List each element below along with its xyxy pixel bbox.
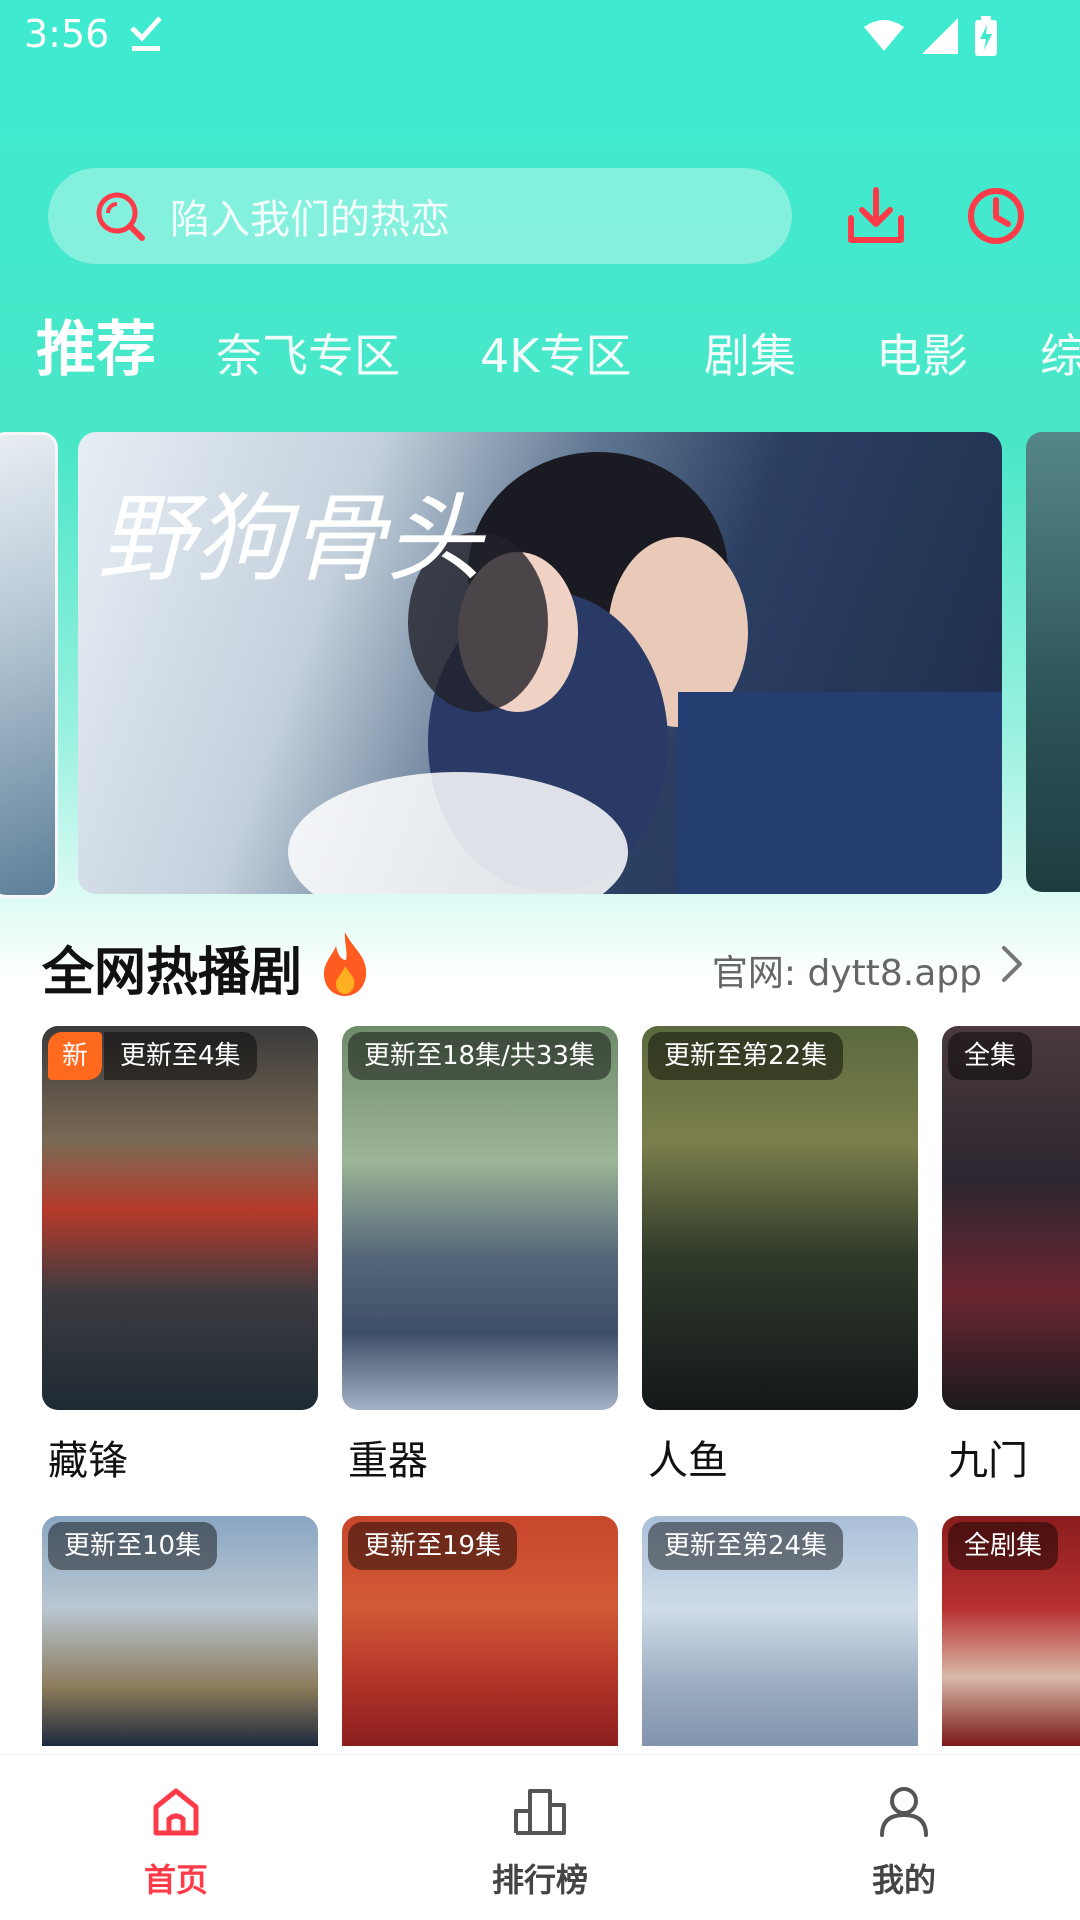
card-title: 重器 [348, 1438, 428, 1484]
tab-netflix[interactable]: 奈飞专区 [216, 306, 400, 406]
user-icon [880, 1787, 928, 1837]
download-done-icon [130, 16, 162, 51]
episode-badge: 更新至19集 [348, 1522, 518, 1570]
drama-card[interactable]: 全集 九门 [942, 1026, 1080, 1486]
drama-card[interactable]: 更新至19集 [342, 1516, 618, 1746]
poster-image: 更新至10集 [42, 1516, 318, 1746]
poster-image: 更新至19集 [342, 1516, 618, 1746]
nav-profile[interactable]: 我的 [804, 1755, 1004, 1920]
tab-movies[interactable]: 电影 [876, 306, 968, 406]
search-placeholder: 陷入我们的热恋 [170, 197, 450, 243]
ranking-chart-icon [514, 1789, 566, 1835]
tab-4k[interactable]: 4K专区 [480, 306, 631, 406]
poster-image: 更新至第24集 [642, 1516, 918, 1746]
episode-badge: 全剧集 [948, 1522, 1059, 1570]
banner-title-art: 野狗骨头 [98, 483, 486, 595]
home-icon [153, 1788, 199, 1836]
drama-card[interactable]: 更新至第24集 [642, 1516, 918, 1746]
section-title: 全网热播剧 [42, 943, 303, 1003]
banner-main-slide[interactable]: 野狗骨头 [78, 432, 1002, 894]
status-icons [862, 16, 998, 56]
app-screen: 3:56 陷入我们的热恋 推荐 奈飞专区 4K专区 剧集 电影 综 野狗骨头 全… [0, 0, 1080, 1920]
card-title: 人鱼 [648, 1438, 728, 1484]
search-icon [96, 192, 145, 241]
drama-card[interactable]: 更新至10集 [42, 1516, 318, 1746]
episode-badge: 更新至18集/共33集 [348, 1032, 611, 1080]
signal-icon [922, 18, 958, 54]
fire-icon [324, 932, 367, 996]
battery-charging-icon [975, 16, 997, 56]
history-clock-icon[interactable] [966, 186, 1026, 246]
poster-image: 更新至18集/共33集 [342, 1026, 618, 1410]
nav-profile-label: 我的 [871, 1861, 936, 1899]
banner-prev-slide[interactable] [0, 432, 58, 898]
episode-badge: 更新至4集 [104, 1032, 257, 1080]
banner-artwork: 野狗骨头 [98, 452, 1002, 894]
nav-ranking-label: 排行榜 [491, 1861, 588, 1899]
card-title: 九门 [948, 1438, 1028, 1484]
drama-card[interactable]: 新 更新至4集 藏锋 [42, 1026, 318, 1486]
episode-badge: 更新至10集 [48, 1522, 218, 1570]
chevron-right-icon[interactable] [1000, 944, 1024, 984]
search-input[interactable]: 陷入我们的热恋 [48, 168, 792, 264]
episode-badge: 更新至第24集 [648, 1522, 844, 1570]
bottom-nav: 首页 排行榜 我的 [0, 1754, 1080, 1920]
official-site-link[interactable]: 官网: dytt8.app [712, 944, 982, 996]
tab-recommend[interactable]: 推荐 [36, 300, 156, 400]
card-title: 藏锋 [48, 1438, 128, 1484]
poster-image: 更新至第22集 [642, 1026, 918, 1410]
download-icon[interactable] [846, 186, 906, 246]
drama-card[interactable]: 更新至第22集 人鱼 [642, 1026, 918, 1486]
tab-series[interactable]: 剧集 [704, 306, 796, 406]
poster-image: 全剧集 [942, 1516, 1080, 1746]
status-time: 3:56 [24, 12, 110, 56]
poster-image: 全集 [942, 1026, 1080, 1410]
tab-variety[interactable]: 综 [1040, 306, 1080, 406]
poster-image: 新 更新至4集 [42, 1026, 318, 1410]
banner-next-slide[interactable] [1026, 432, 1080, 892]
new-badge: 新 [48, 1032, 102, 1080]
nav-home-label: 首页 [143, 1861, 208, 1899]
wifi-icon [864, 20, 904, 51]
status-bar: 3:56 [0, 0, 1080, 70]
drama-card[interactable]: 更新至18集/共33集 重器 [342, 1026, 618, 1486]
episode-badge: 全集 [948, 1032, 1033, 1080]
nav-ranking[interactable]: 排行榜 [440, 1755, 640, 1920]
episode-badge: 更新至第22集 [648, 1032, 844, 1080]
drama-card[interactable]: 全剧集 [942, 1516, 1080, 1746]
nav-home[interactable]: 首页 [76, 1755, 276, 1920]
category-tabs: 推荐 奈飞专区 4K专区 剧集 电影 综 [0, 300, 1080, 410]
